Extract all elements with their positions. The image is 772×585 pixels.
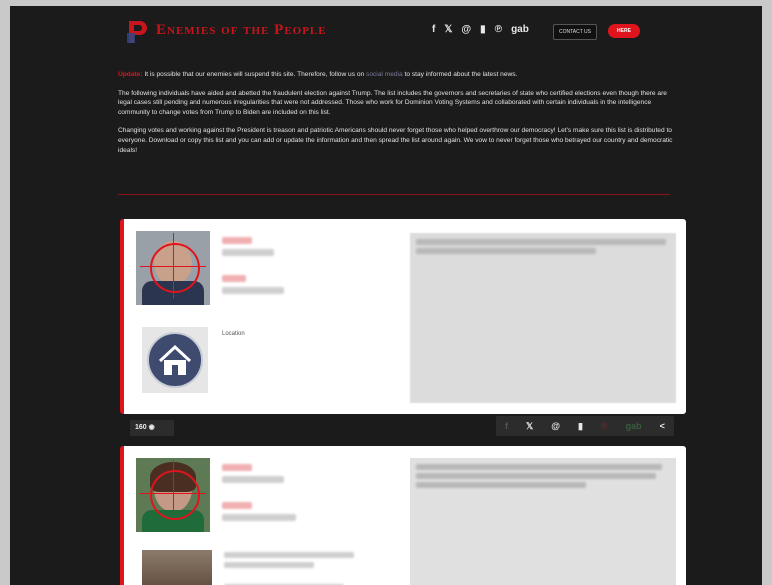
location-image [142,327,208,393]
details-text [416,248,596,254]
gab-icon[interactable]: gab [511,24,529,36]
at-icon[interactable]: @ [461,24,471,36]
field-value [222,476,284,483]
crosshair-line [173,233,174,299]
government-building-icon [147,332,203,388]
field-value [222,514,296,521]
intro-paragraph-1: The following individuals have aided and… [118,89,667,116]
field-label [222,502,252,509]
eye-icon: ◉ [148,424,155,431]
twitter-icon[interactable]: 𝕏 [444,24,452,36]
person-card: Location [120,219,686,414]
here-button[interactable]: HERE [608,24,640,38]
logo-icon[interactable] [126,19,148,45]
location-photo [142,550,212,585]
person-photo [136,458,210,532]
details-text [416,239,666,245]
at-icon[interactable]: @ [551,421,560,431]
view-count: 160 ◉ [130,420,174,436]
page-background: Enemies of the People f 𝕏 @ ▮ ℗ gab CONT… [10,6,762,585]
field-label [222,275,246,282]
crosshair-icon [150,470,200,520]
location-label: Location [222,331,245,337]
update-text-before: It is possible that our enemies will sus… [144,71,365,78]
update-text-after: to stay informed about the latest news. [404,71,518,78]
field-value [222,287,284,294]
person-photo [136,231,210,305]
facebook-icon[interactable]: f [505,421,508,431]
contact-us-button[interactable]: CONTACT US [553,24,597,40]
gab-icon[interactable]: gab [626,421,642,431]
divider [118,194,670,195]
share-bar: f 𝕏 @ ▮ ℗ gab < [496,416,674,436]
details-text [416,473,656,479]
location-text [224,552,354,558]
view-count-value: 160 [135,424,147,431]
social-media-link[interactable]: social media [366,71,403,78]
details-text [416,464,662,470]
site-logo-text[interactable]: Enemies of the People [156,22,327,39]
update-paragraph: Update: It is possible that our enemies … [118,70,682,80]
crosshair-icon [150,243,200,293]
pinterest-icon[interactable]: ℗ [601,421,608,431]
parler-icon[interactable]: ▮ [480,24,486,36]
social-links: f 𝕏 @ ▮ ℗ gab [432,24,529,36]
field-value [222,249,274,256]
location-text [224,562,314,568]
crosshair-line [173,460,174,526]
details-panel [410,233,676,403]
twitter-icon[interactable]: 𝕏 [526,421,533,432]
facebook-icon[interactable]: f [432,24,435,36]
details-panel [410,458,676,585]
intro-paragraph-2: Changing votes and working against the P… [118,127,673,154]
parler-icon[interactable]: ▮ [578,421,583,432]
share-icon[interactable]: < [660,421,665,431]
details-text [416,482,586,488]
intro-text: Update: It is possible that our enemies … [118,70,682,164]
person-card [120,446,686,585]
field-label [222,464,252,471]
gettr-icon[interactable]: ℗ [495,24,502,36]
field-label [222,237,252,244]
update-label: Update: [118,71,143,78]
